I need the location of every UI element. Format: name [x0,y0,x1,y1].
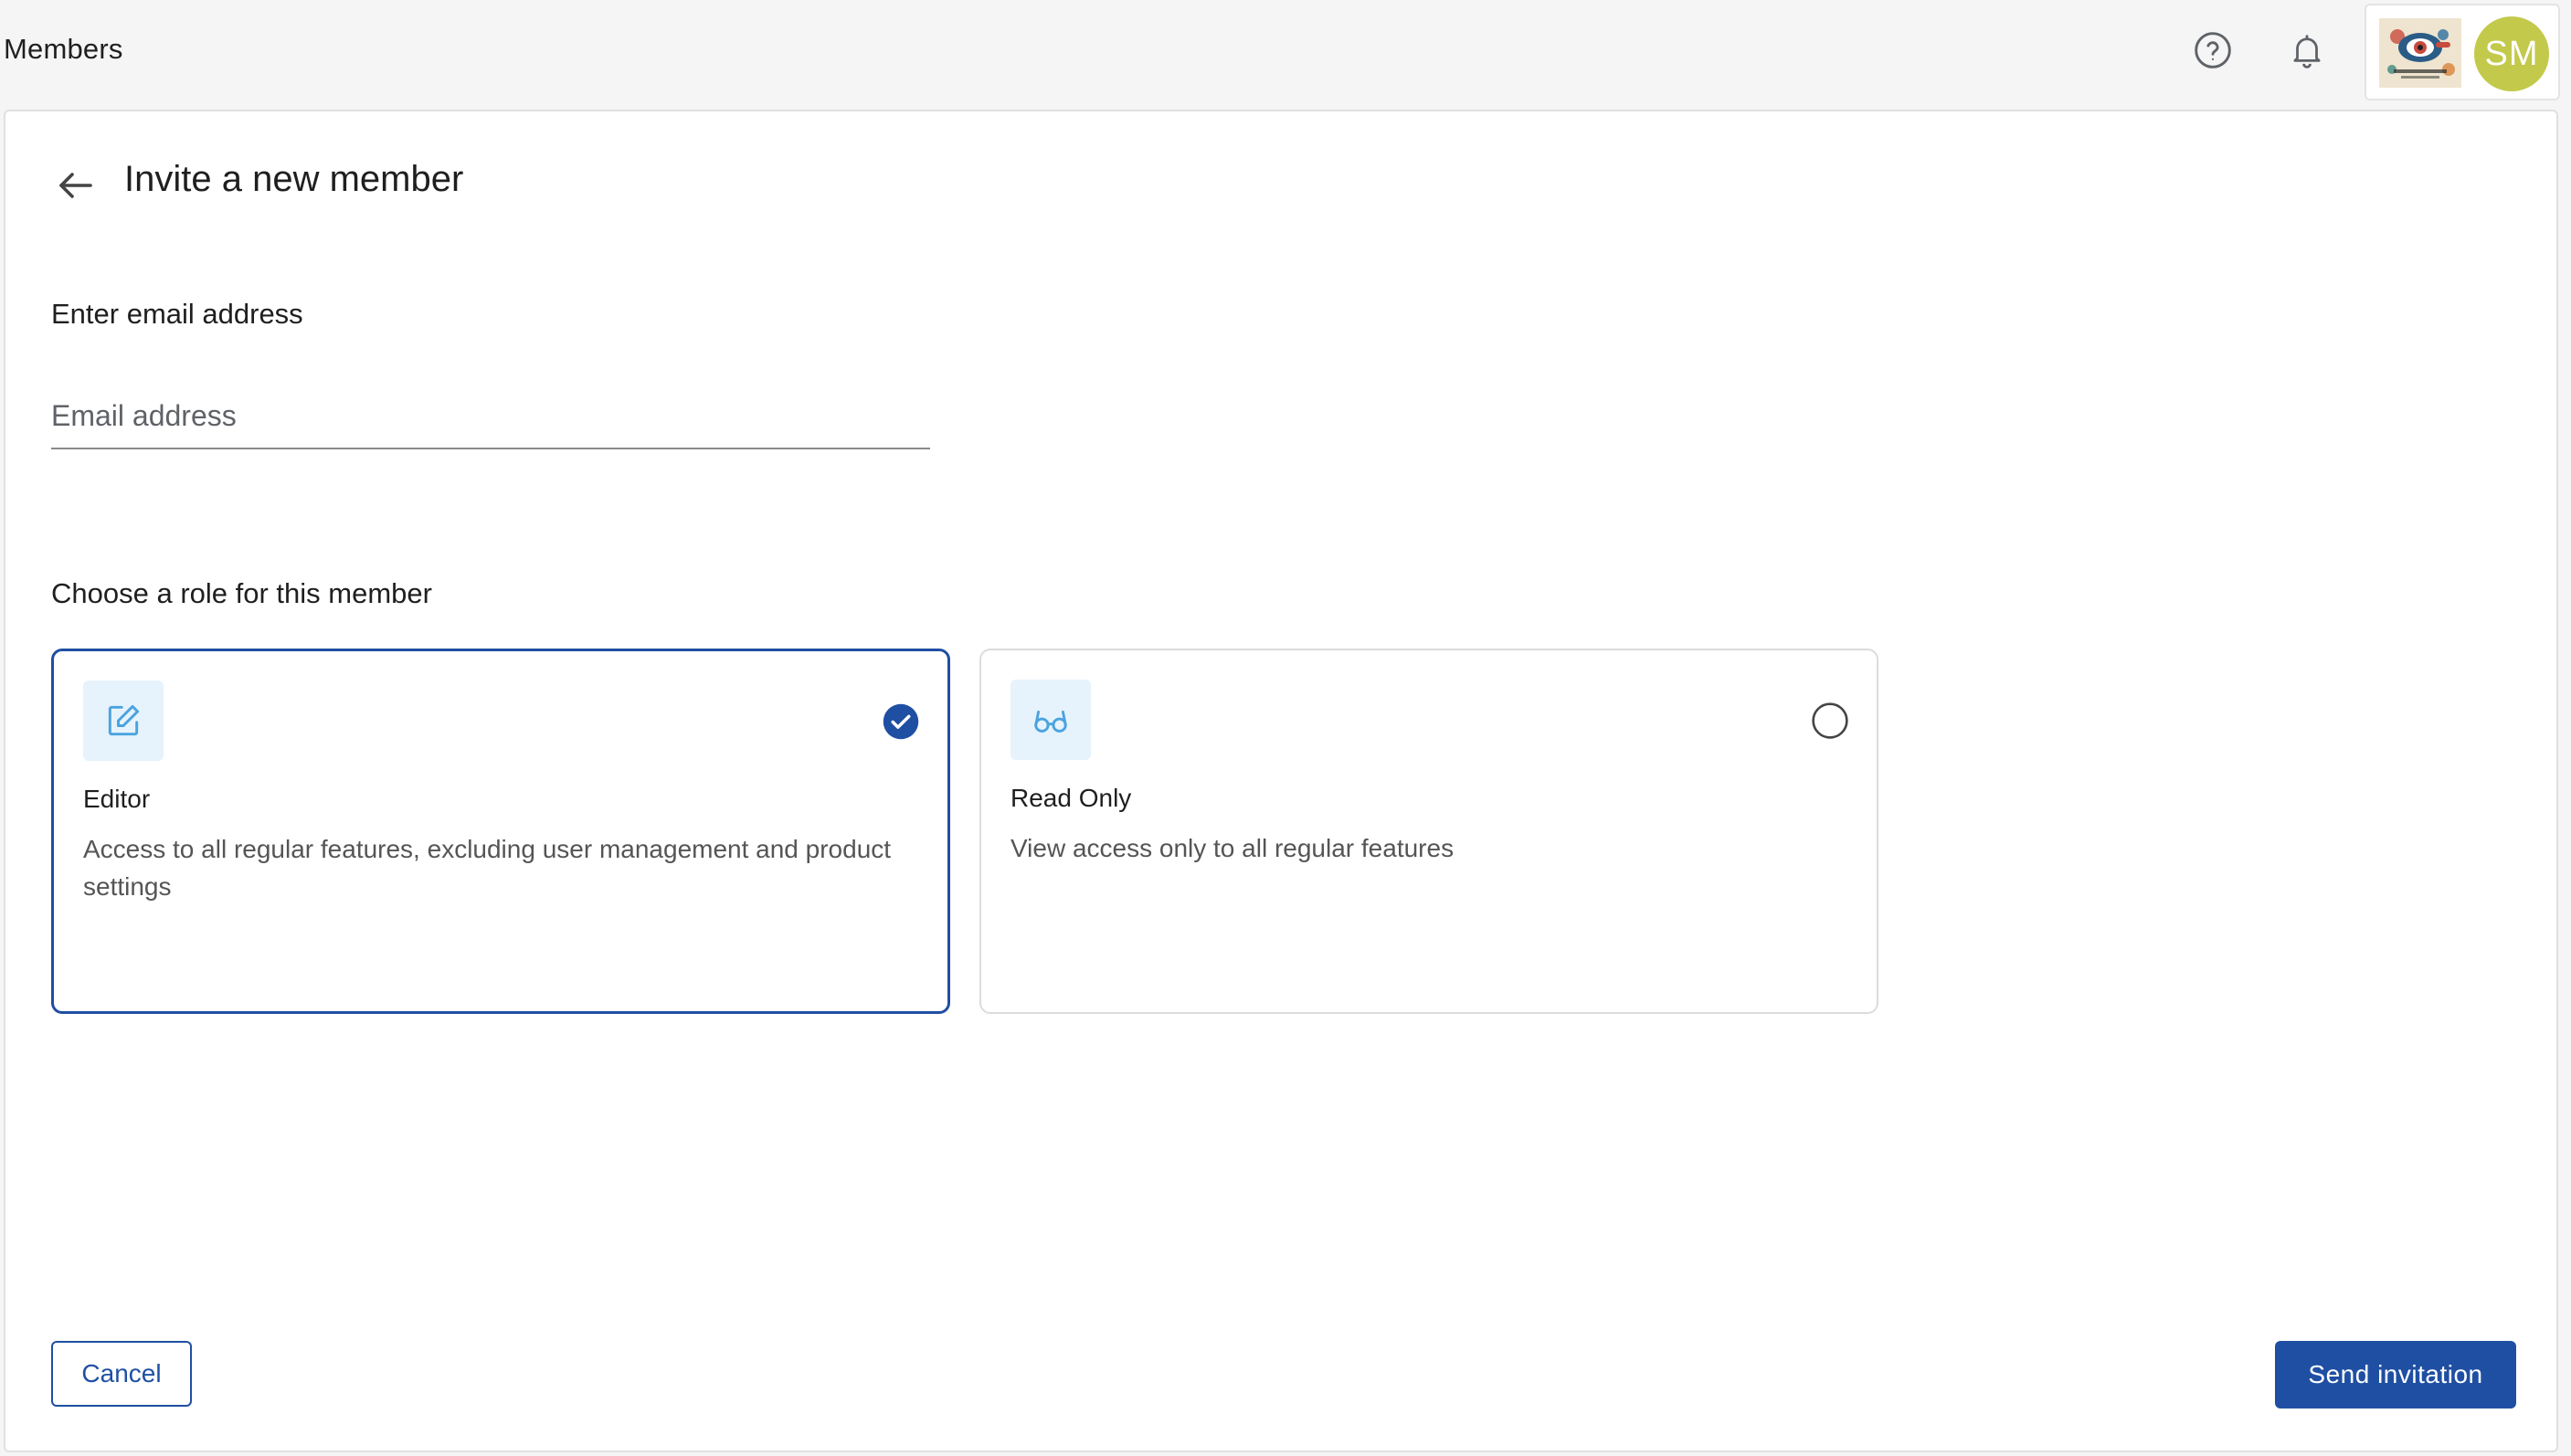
role-icon-box [1010,680,1091,760]
role-section-label: Choose a role for this member [51,577,432,609]
top-bar: Members SM [0,0,2571,108]
app-title: Members [4,33,123,65]
help-icon[interactable] [2190,27,2236,73]
bell-icon[interactable] [2284,27,2330,73]
team-logo [2379,18,2461,88]
radio-empty-icon [1812,702,1848,739]
edit-pencil-icon [108,704,140,736]
role-icon-box [83,681,164,761]
glasses-icon [1034,710,1067,733]
role-name: Editor [83,785,151,813]
radio-unselected[interactable] [1811,702,1849,740]
email-section-label: Enter email address [51,298,303,330]
send-invitation-button[interactable]: Send invitation [2275,1341,2516,1409]
role-option-editor[interactable]: Editor Access to all regular features, e… [51,649,950,1014]
role-description: View access only to all regular features [1010,834,1455,862]
role-description: Access to all regular features, excludin… [83,835,892,901]
cancel-button[interactable]: Cancel [51,1341,192,1407]
check-circle-icon [883,703,919,740]
account-menu[interactable]: SM [2365,4,2560,100]
role-option-read-only[interactable]: Read Only View access only to all regula… [979,649,1878,1014]
email-input[interactable] [51,395,930,449]
radio-selected[interactable] [882,702,920,741]
avatar: SM [2474,16,2549,91]
page-title: Invite a new member [124,159,464,199]
arrow-left-icon [59,173,92,198]
role-name: Read Only [1010,784,1132,812]
back-button[interactable] [48,157,104,214]
invite-member-card: Invite a new member Enter email address … [4,110,2558,1452]
